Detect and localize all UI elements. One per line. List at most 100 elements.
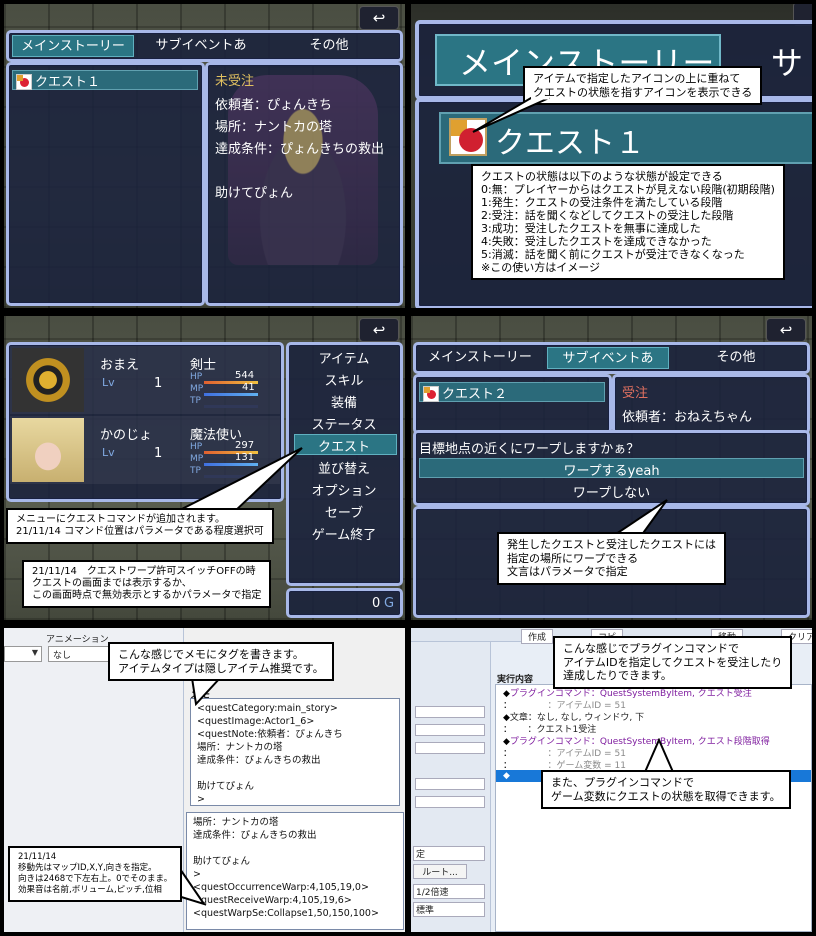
- menu-item[interactable]: 装備: [294, 392, 394, 411]
- callout-text: 21/11/14: [18, 852, 57, 862]
- actor-name: かのじょ: [100, 428, 153, 443]
- tp-label: TP: [190, 396, 201, 406]
- callout-text: ※この使い方はイメージ: [481, 261, 600, 274]
- memo-line: <questWarpSe:Collapse1,50,150,100>: [193, 908, 379, 919]
- callout-text: クエストの状態は以下のような状態が設定できる: [481, 170, 723, 183]
- actor-class: 剣士: [190, 358, 217, 373]
- panel-quest-list: ↩ メインストーリー サブイベントあ その他 クエスト１ 未受注 依頼者：ぴょん…: [4, 4, 405, 308]
- menu-item[interactable]: セーブ: [294, 502, 394, 521]
- left-select[interactable]: [415, 778, 485, 790]
- memo-line: <questImage:Actor1_6>: [197, 716, 315, 727]
- quest-list-item[interactable]: クエスト１: [12, 70, 198, 90]
- left-select[interactable]: ▼: [4, 646, 42, 662]
- menu-item[interactable]: アイテム: [294, 348, 394, 367]
- callout-text: 指定の場所にワープできる: [507, 551, 639, 565]
- left-field[interactable]: [415, 724, 485, 736]
- callout-text: 文言はパラメータで指定: [507, 565, 628, 578]
- menu-item[interactable]: スキル: [294, 370, 394, 389]
- toolbar-button[interactable]: 作成: [521, 629, 554, 644]
- left-field[interactable]: [415, 706, 485, 718]
- memo-line: <questNote:依頼者：ぴょんきち: [197, 729, 343, 740]
- callout-text: 移動先はマップID,X,Y,向きを指定。: [18, 863, 157, 873]
- tab-other[interactable]: その他: [675, 347, 797, 369]
- animation-value: なし: [53, 651, 72, 661]
- callout-states: クエストの状態は以下のような状態が設定できる 0:無：プレイヤーからはクエストが…: [471, 164, 785, 280]
- tab-other[interactable]: その他: [268, 35, 390, 57]
- actor-level: 1: [154, 376, 163, 391]
- menu-item-quest-label: クエスト: [317, 440, 370, 455]
- quest-list-window: [6, 62, 205, 306]
- back-button[interactable]: ↩: [766, 318, 806, 342]
- actor-face: [12, 348, 84, 412]
- callout-text: 4:失敗：受注したクエストを達成できなかった: [481, 235, 712, 248]
- callout-variable: また、プラグインコマンドで ゲーム変数にクエストの状態を取得できます。: [541, 770, 791, 809]
- panel-main-menu: ↩ おまえ 剣士 Lv 1 HP 544 MP 41 TP かのじょ 魔法使い …: [4, 316, 405, 620]
- callout-text: また、プラグインコマンドで: [551, 776, 694, 789]
- speed-select[interactable]: 1/2倍速: [413, 884, 485, 899]
- callout-text: 3:成功：受注したクエストを無事に達成した: [481, 222, 701, 235]
- menu-item[interactable]: オプション: [294, 480, 394, 499]
- menu-item[interactable]: ステータス: [294, 414, 394, 433]
- memo-line: 助けてぴょん: [197, 781, 255, 792]
- tab-sub-event[interactable]: サブイベントあ: [140, 35, 262, 57]
- memo-line: [193, 842, 397, 855]
- callout-text: こんな感じでメモにタグを書きます。: [118, 648, 304, 661]
- command-mark: ◆: [503, 771, 510, 781]
- callout-warp: 発生したクエストと受注したクエストには 指定の場所にワープできる 文言はパラメー…: [497, 532, 726, 585]
- callout-menu: メニューにクエストコマンドが追加されます。 21/11/14 コマンド位置はパラ…: [6, 508, 274, 544]
- frequency-select[interactable]: 標準: [413, 902, 485, 917]
- callout-text: 効果音は名前,ボリューム,ピッチ,位相: [18, 885, 162, 895]
- quest-client: 依頼者：おねえちゃん: [622, 410, 753, 425]
- callout-warp-tags: 21/11/14 移動先はマップID,X,Y,向きを指定。 向きは2468で下左…: [8, 846, 183, 902]
- left-stepper[interactable]: [415, 742, 485, 754]
- quest-condition: 達成条件：ぴょんきちの救出: [215, 142, 385, 157]
- quest-note: 助けてぴょん: [215, 186, 294, 201]
- callout-text: 21/11/14 コマンド位置はパラメータである程度選択可: [16, 526, 264, 537]
- actor-row[interactable]: おまえ 剣士 Lv 1 HP 544 MP 41 TP: [10, 346, 280, 414]
- actor-level: 1: [154, 446, 163, 461]
- tab-main-story[interactable]: メインストーリー: [419, 347, 541, 369]
- callout-icon: アイテムで指定したアイコンの上に重ねて クエストの状態を指すアイコンを表示できる: [523, 66, 763, 105]
- gold-unit: G: [384, 596, 395, 611]
- memo-field[interactable]: <questCategory:main_story> <questImage:Ac…: [190, 698, 400, 806]
- memo-line: >: [193, 869, 201, 880]
- quest-status: 受注: [622, 386, 649, 401]
- callout-memo: こんな感じでメモにタグを書きます。 アイテムタイプは隠しアイテム推奨です。: [108, 642, 334, 681]
- tab-sub-event[interactable]: サブイベントあ: [547, 347, 669, 369]
- hp-value: 544: [235, 370, 255, 381]
- quest-place: 場所：ナントカの塔: [215, 120, 333, 135]
- quest-client: 依頼者：ぴょんきち: [215, 98, 333, 113]
- actor-level-label: Lv: [102, 376, 115, 389]
- tab-main-story[interactable]: メインストーリー: [12, 35, 134, 57]
- back-button[interactable]: ↩: [359, 6, 399, 30]
- memo-line: 助けてぴょん: [193, 856, 251, 867]
- mp-label: MP: [190, 384, 204, 394]
- memo-field-scrolled[interactable]: 場所：ナントカの塔達成条件：ぴょんきちの救出 助けてぴょん > <questOccu…: [186, 812, 404, 930]
- memo-line: 達成条件：ぴょんきちの救出: [193, 830, 317, 841]
- callout-text: アイテムタイプは隠しアイテム推奨です。: [118, 661, 324, 675]
- callout-text: 5:消滅：話を聞く前にクエストが受注できなくなった: [481, 248, 745, 261]
- callout-tail: [175, 447, 303, 513]
- memo-line: 場所：ナントカの塔: [197, 742, 283, 753]
- gold-value: 0: [372, 596, 381, 611]
- back-button[interactable]: ↩: [359, 318, 399, 342]
- actor-level-label: Lv: [102, 446, 115, 459]
- panel-editor-memo: アニメーション なし ▼ ▼ メモ <questCategory:main_st…: [4, 628, 405, 932]
- callout-text: メニューにクエストコマンドが追加されます。: [16, 514, 225, 525]
- callout-tail: [472, 96, 550, 133]
- left-select-value[interactable]: 定: [413, 846, 485, 861]
- quest-icon: [423, 386, 439, 402]
- memo-line: <questOccurrenceWarp:4,105,19,0>: [193, 882, 369, 893]
- command-line[interactable]: ◆: [503, 771, 510, 781]
- quest-name: クエスト２: [442, 387, 508, 402]
- left-select[interactable]: [415, 796, 485, 808]
- callout-text: こんな感じでプラグインコマンドで: [563, 642, 739, 655]
- quest-list-item[interactable]: クエスト２: [419, 382, 605, 402]
- menu-item[interactable]: 並び替え: [294, 458, 394, 477]
- actor-name: おまえ: [100, 358, 140, 373]
- memo-line: 場所：ナントカの塔: [193, 817, 279, 828]
- menu-item[interactable]: ゲーム終了: [294, 524, 394, 543]
- warp-question: 目標地点の近くにワープしますかぁ？: [419, 442, 640, 457]
- callout-tail: [643, 738, 675, 773]
- route-button[interactable]: ルート...: [413, 864, 467, 879]
